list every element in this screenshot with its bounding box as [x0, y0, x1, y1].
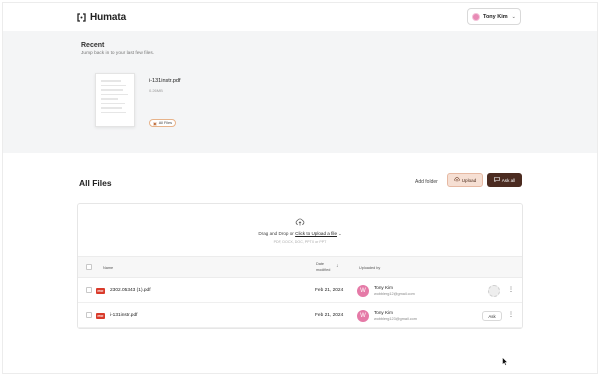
avatar: W: [357, 310, 369, 322]
upload-dropzone[interactable]: Drag and Drop or Click to Upload a file …: [78, 204, 522, 256]
app-window: Humata Tony Kim ⌄ Recent Jump back in to…: [2, 2, 598, 374]
file-date: Feb 21, 2024: [315, 313, 344, 318]
avatar: [472, 12, 480, 21]
cloud-upload-icon: [295, 214, 305, 226]
click-to-upload-link[interactable]: Click to Upload a file: [295, 231, 337, 236]
ask-button[interactable]: Ask: [482, 311, 502, 321]
processing-spinner: [488, 285, 500, 297]
recent-section: Recent Jump back in to your last few fil…: [3, 31, 597, 153]
recent-subtitle: Jump back in to your last few files.: [81, 51, 155, 56]
chevron-down-icon: ⌄: [511, 13, 516, 20]
folder-icon: ▣: [153, 120, 157, 126]
recent-file-size: 0.26MB: [149, 88, 163, 93]
row-checkbox[interactable]: [86, 312, 92, 318]
column-uploaded-by[interactable]: Uploaded by: [359, 266, 380, 270]
dropzone-text: Drag and Drop or Click to Upload a file …: [78, 231, 522, 236]
table-header: Name Date modified ↓ Uploaded by: [78, 256, 522, 278]
column-name[interactable]: Name: [103, 266, 113, 270]
file-date: Feb 21, 2024: [315, 288, 344, 293]
top-header: Humata Tony Kim ⌄: [3, 3, 597, 31]
add-folder-button[interactable]: Add folder: [413, 177, 440, 187]
column-date-line2[interactable]: modified: [316, 268, 330, 272]
recent-title: Recent: [81, 42, 105, 49]
file-name[interactable]: i-131instr.pdf: [110, 313, 137, 318]
pdf-icon: PDF: [96, 288, 105, 294]
folder-badge[interactable]: ▣ All Files: [149, 119, 177, 127]
recent-file-thumbnail[interactable]: [95, 73, 135, 127]
chevron-down-icon: ⌄: [338, 231, 342, 236]
app-name: Humata: [90, 12, 127, 23]
pdf-icon: PDF: [96, 313, 105, 319]
chat-bubble-icon: [493, 176, 500, 184]
select-all-checkbox[interactable]: [86, 264, 92, 270]
humata-logo-icon: [77, 13, 86, 22]
app-logo[interactable]: Humata: [77, 12, 126, 23]
more-vertical-icon[interactable]: ⋮: [508, 311, 514, 318]
folder-badge-label: All Files: [158, 121, 173, 125]
table-row[interactable]: PDF 2302.05343 (1).pdf Feb 21, 2024 W To…: [78, 278, 522, 303]
user-menu-button[interactable]: Tony Kim ⌄: [467, 8, 521, 25]
recent-file-name[interactable]: i-131instr.pdf: [149, 78, 181, 84]
sort-down-icon[interactable]: ↓: [336, 263, 339, 269]
column-date-line1[interactable]: Date: [316, 262, 324, 266]
cloud-upload-icon: [454, 176, 460, 184]
upload-label: Upload: [461, 177, 477, 183]
files-panel: Drag and Drop or Click to Upload a file …: [77, 203, 523, 329]
dropzone-prefix: Drag and Drop or: [258, 231, 296, 236]
dropzone-file-types: PDF, DOCX, DOC, PPTX or PPT: [273, 240, 327, 244]
row-checkbox[interactable]: [86, 287, 92, 293]
file-name[interactable]: 2302.05343 (1).pdf: [110, 288, 151, 293]
uploader-name: Tony Kim: [374, 285, 393, 290]
mouse-cursor-icon: [502, 353, 508, 366]
page-title: All Files: [79, 178, 112, 188]
avatar: W: [357, 285, 369, 297]
ask-all-button[interactable]: Ask all: [487, 173, 522, 187]
user-name: Tony Kim: [483, 13, 508, 20]
table-row[interactable]: PDF i-131instr.pdf Feb 21, 2024 W Tony K…: [78, 303, 522, 328]
more-vertical-icon[interactable]: ⋮: [508, 286, 514, 293]
uploader-name: Tony Kim: [374, 310, 393, 315]
uploader-email: wobblerg123@gmail.com: [374, 317, 417, 321]
uploader-email: wobblerg12@gmail.com: [374, 292, 415, 296]
ask-all-label: Ask all: [501, 177, 516, 183]
upload-button[interactable]: Upload: [447, 173, 483, 187]
